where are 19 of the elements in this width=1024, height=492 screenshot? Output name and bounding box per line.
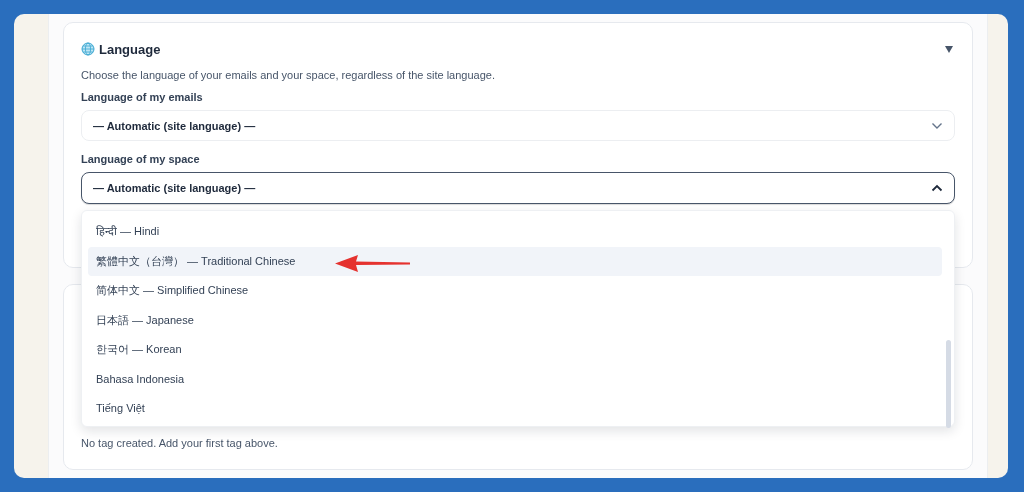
section-description: Choose the language of your emails and your space, regardless of the site language. [81, 69, 496, 81]
globe-icon [81, 42, 95, 56]
empty-message: No tag created. Add your first tag above. [81, 437, 278, 449]
collapse-icon[interactable] [945, 45, 953, 53]
chevron-down-icon [931, 121, 943, 130]
language-select[interactable]: — Automatic (site language) — [81, 172, 955, 204]
section-title: Language [99, 41, 161, 57]
dropdown-option[interactable]: Tiếng Việt [88, 394, 942, 424]
dropdown-option[interactable]: हिन्दी — Hindi [88, 217, 942, 247]
field-label: Language of my emails [81, 91, 204, 103]
language-select[interactable]: — Automatic (site language) — [81, 110, 955, 141]
dropdown-option[interactable]: 繁體中文（台灣） — Traditional Chinese [88, 246, 942, 276]
chevron-up-icon [931, 184, 943, 192]
dropdown-option[interactable]: 简体中文 — Simplified Chinese [88, 276, 942, 306]
scrollbar-thumb[interactable] [946, 340, 951, 428]
field-label: Language of my space [81, 153, 201, 165]
dropdown-option[interactable]: Bahasa Indonesia [88, 364, 942, 394]
dropdown-option[interactable]: 한국어 — Korean [88, 335, 942, 365]
dropdown-option[interactable]: 日本語 — Japanese [88, 305, 942, 335]
